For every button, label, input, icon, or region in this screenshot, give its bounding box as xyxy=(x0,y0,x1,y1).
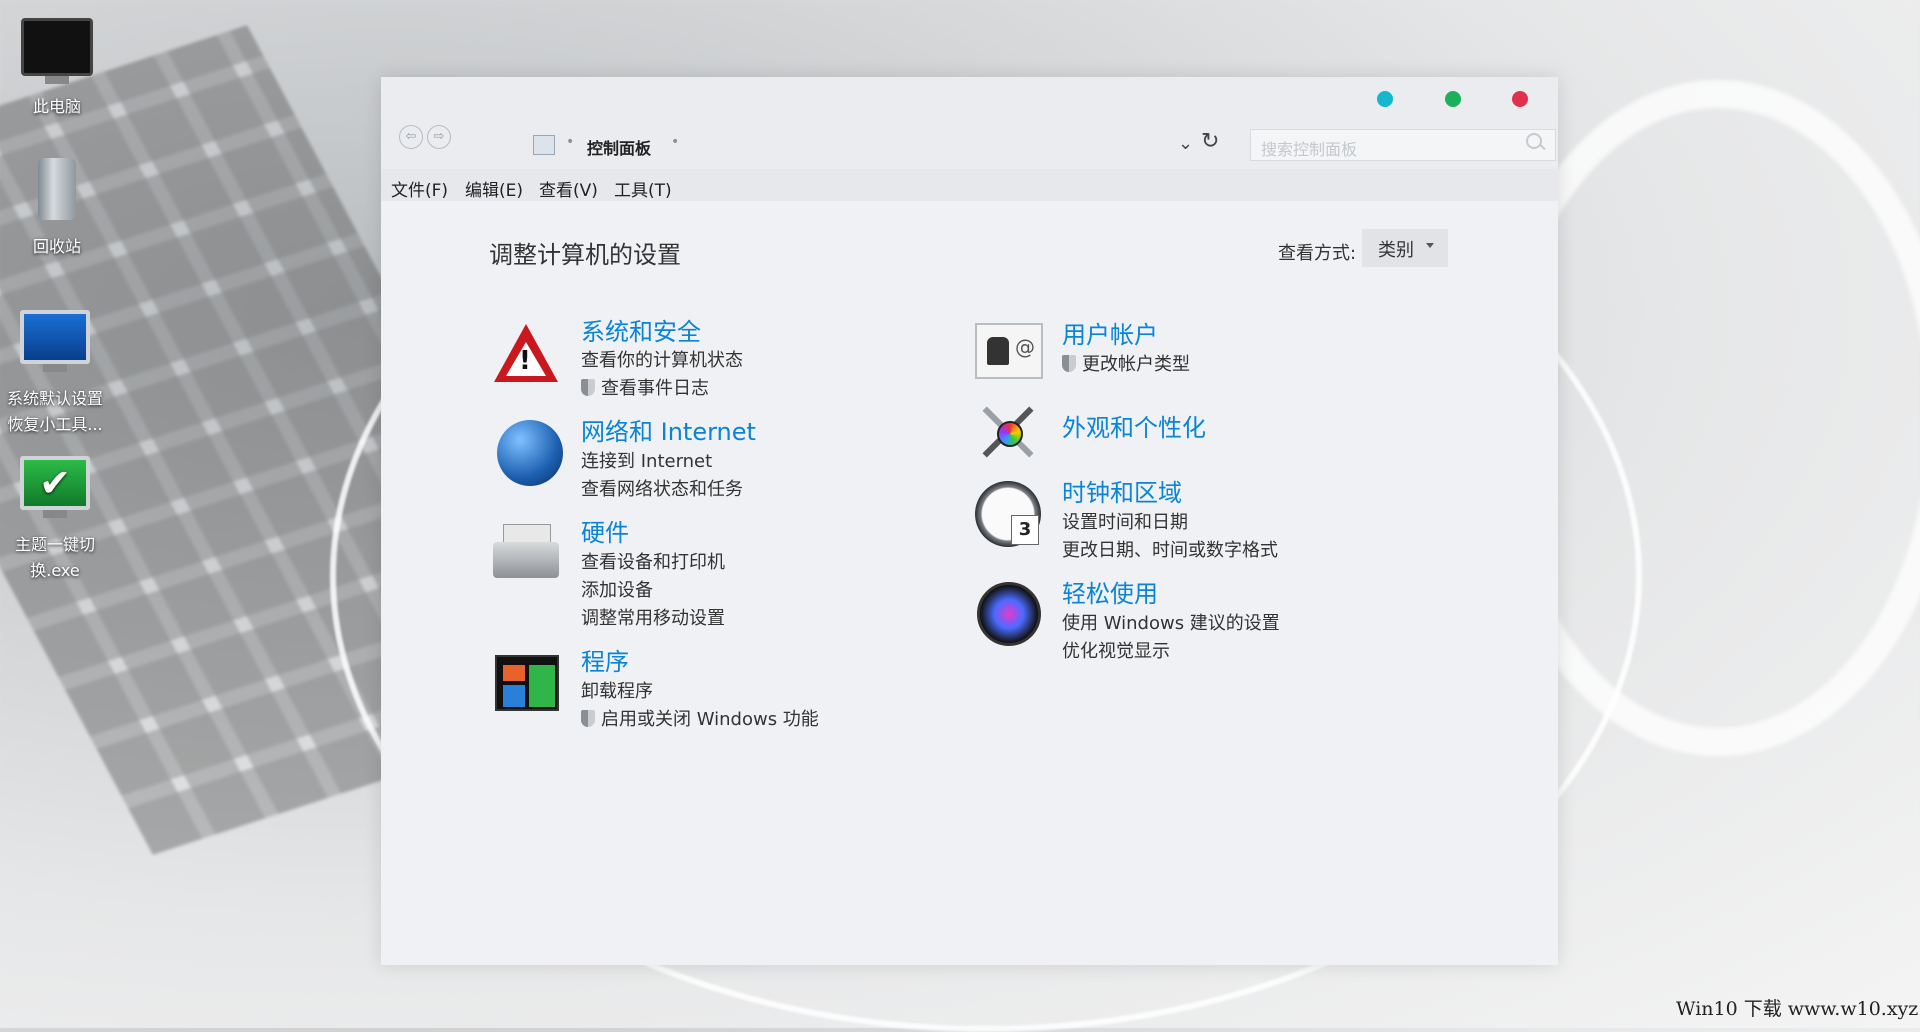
link-add-device[interactable]: 添加设备 xyxy=(581,576,653,602)
category-user-accounts[interactable]: 用户帐户 xyxy=(1062,315,1158,350)
monitor-check-icon: ✔ xyxy=(19,456,91,528)
chevron-down-icon[interactable]: ⌄ xyxy=(1178,133,1193,154)
link-change-formats[interactable]: 更改日期、时间或数字格式 xyxy=(1062,536,1278,562)
programs-icon xyxy=(495,655,559,711)
link-mobility-settings[interactable]: 调整常用移动设置 xyxy=(581,604,725,630)
link-windows-features[interactable]: 启用或关闭 Windows 功能 xyxy=(581,705,819,731)
view-by-label: 查看方式: xyxy=(1278,243,1357,264)
title-bar[interactable] xyxy=(381,77,1558,121)
warning-icon: ! xyxy=(494,320,560,386)
link-network-status[interactable]: 查看网络状态和任务 xyxy=(581,475,743,501)
shield-icon xyxy=(581,710,595,727)
desktop-icon-label: 回收站 xyxy=(32,237,81,256)
maximize-button[interactable] xyxy=(1445,91,1461,107)
link-devices-printers[interactable]: 查看设备和打印机 xyxy=(581,548,725,574)
category-clock-region[interactable]: 时钟和区域 xyxy=(1062,473,1182,508)
menu-edit[interactable]: 编辑(E) xyxy=(465,176,523,201)
siri-icon xyxy=(977,582,1041,646)
forward-arrow-icon[interactable]: ⇨ xyxy=(427,125,451,149)
search-icon[interactable] xyxy=(1526,133,1542,149)
category-system-security[interactable]: 系统和安全 xyxy=(581,312,701,347)
category-hardware[interactable]: 硬件 xyxy=(581,513,629,548)
recycle-bin-icon xyxy=(21,158,93,230)
watermark: Win10 下载 www.w10.xyz xyxy=(1676,998,1919,1020)
caret-down-icon xyxy=(1426,243,1434,248)
user-accounts-icon: @ xyxy=(975,323,1043,379)
link-set-time-date[interactable]: 设置时间和日期 xyxy=(1062,508,1188,534)
control-panel-icon xyxy=(533,135,555,155)
category-programs[interactable]: 程序 xyxy=(581,642,629,677)
link-windows-recommended[interactable]: 使用 Windows 建议的设置 xyxy=(1062,609,1280,635)
printer-icon xyxy=(493,520,559,586)
clock-icon: 3 xyxy=(975,481,1041,547)
globe-icon xyxy=(497,420,563,486)
link-optimize-display[interactable]: 优化视觉显示 xyxy=(1062,637,1170,663)
search-input[interactable]: 搜索控制面板 xyxy=(1250,129,1556,161)
monitor-blue-icon xyxy=(19,310,91,382)
link-change-account-type[interactable]: 更改帐户类型 xyxy=(1062,350,1190,376)
menu-file[interactable]: 文件(F) xyxy=(391,176,448,201)
category-network-internet[interactable]: 网络和 Internet xyxy=(581,412,756,447)
category-appearance[interactable]: 外观和个性化 xyxy=(1062,408,1206,443)
breadcrumb-control-panel[interactable]: 控制面板 xyxy=(587,135,651,159)
view-by-select[interactable]: 类别 xyxy=(1362,229,1448,267)
link-view-event-log[interactable]: 查看事件日志 xyxy=(581,374,709,400)
menu-view[interactable]: 查看(V) xyxy=(539,176,598,201)
minimize-button[interactable] xyxy=(1377,91,1393,107)
shield-icon xyxy=(581,379,595,396)
tools-palette-icon xyxy=(975,399,1041,465)
menu-tools[interactable]: 工具(T) xyxy=(614,176,672,201)
link-view-computer-status[interactable]: 查看你的计算机状态 xyxy=(581,346,743,372)
breadcrumb-separator: • xyxy=(671,134,680,150)
desktop-icon-theme-switch[interactable]: ✔ 主题一键切 换.exe xyxy=(0,448,110,584)
control-panel-window: ⇦ ⇨ • 控制面板 • ⌄ ↻ 搜索控制面板 文件(F) 编辑(E) 查看(V… xyxy=(381,77,1558,965)
shield-icon xyxy=(1062,355,1076,372)
category-ease-of-access[interactable]: 轻松使用 xyxy=(1062,574,1158,609)
breadcrumb-separator: • xyxy=(566,134,575,150)
refresh-icon[interactable]: ↻ xyxy=(1201,129,1219,154)
desktop-icon-recycle-bin[interactable]: 回收站 xyxy=(2,154,112,260)
link-uninstall-program[interactable]: 卸载程序 xyxy=(581,677,653,703)
view-by-value: 类别 xyxy=(1378,240,1414,261)
monitor-icon xyxy=(21,18,93,90)
desktop-icon-this-pc[interactable]: 此电脑 xyxy=(2,10,112,120)
desktop-icon-label: 系统默认设置 xyxy=(6,389,103,408)
desktop-icon-label: 此电脑 xyxy=(32,97,81,116)
desktop-icon-label: 恢复小工具... xyxy=(7,415,103,434)
page-title: 调整计算机的设置 xyxy=(489,241,681,269)
desktop-icon-label: 换.exe xyxy=(30,561,80,580)
desktop-icon-restore-tool[interactable]: 系统默认设置 恢复小工具... xyxy=(0,302,110,438)
desktop-icon-label: 主题一键切 xyxy=(14,535,95,554)
link-connect-internet[interactable]: 连接到 Internet xyxy=(581,447,712,473)
close-button[interactable] xyxy=(1512,91,1528,107)
back-arrow-icon[interactable]: ⇦ xyxy=(399,125,423,149)
